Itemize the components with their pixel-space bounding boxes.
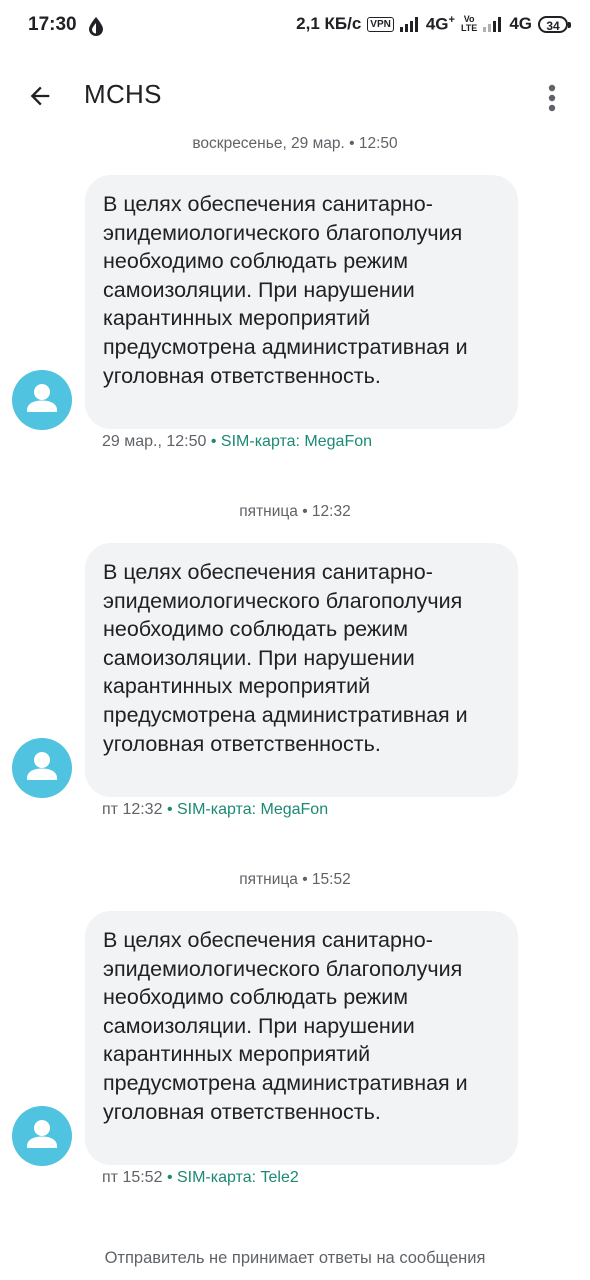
message-timestamp: 29 мар., 12:50 (102, 433, 207, 450)
reply-disabled-note: Отправитель не принимает ответы на сообщ… (104, 1249, 486, 1267)
sender-avatar[interactable] (12, 738, 72, 798)
message-meta: 29 мар., 12:50 • SIM-карта: MegaFon (102, 433, 372, 451)
date-separator: пятница • 12:32 (239, 503, 351, 520)
signal-icon-2 (483, 16, 503, 33)
message-bubble[interactable]: В целях обеспечения санитарно-эпидемиоло… (85, 911, 518, 1165)
message-meta: пт 12:32 • SIM-карта: MegaFon (102, 801, 328, 819)
status-indicators: 2,1 КБ/с VPN 4G+ Vo LTE 4G 34 (296, 14, 571, 35)
more-vertical-icon (548, 84, 556, 112)
status-time: 17:30 (28, 14, 77, 35)
network-type-2: 4G (509, 14, 532, 34)
arrow-back-icon (30, 86, 50, 106)
sender-avatar[interactable] (12, 370, 72, 430)
sim-label: • SIM-карта: Tele2 (166, 1169, 299, 1186)
date-separator: воскресенье, 29 мар. • 12:50 (192, 135, 398, 152)
back-button[interactable] (22, 78, 58, 114)
date-separator: пятница • 15:52 (239, 871, 351, 888)
signal-icon (399, 16, 420, 33)
battery-icon: 34 (538, 15, 571, 33)
message-meta: пт 15:52 • SIM-карта: Tele2 (102, 1169, 299, 1187)
app-bar: MCHS (0, 62, 590, 128)
network-type-1: 4G+ (425, 14, 455, 34)
person-icon (27, 1120, 57, 1148)
more-options-button[interactable] (532, 78, 572, 118)
person-icon (27, 752, 57, 780)
sender-avatar[interactable] (12, 1106, 72, 1166)
person-icon (27, 384, 57, 412)
status-bar: 17:30 2,1 КБ/с VPN 4G+ Vo LTE 4G 34 (0, 0, 590, 54)
sim-label: • SIM-карта: MegaFon (166, 801, 329, 818)
sim-label: • SIM-карта: MegaFon (210, 433, 373, 450)
message-bubble[interactable]: В целях обеспечения санитарно-эпидемиоло… (85, 175, 518, 429)
vpn-icon: VPN (367, 16, 394, 32)
network-speed: 2,1 КБ/с (296, 14, 362, 34)
volte-icon: Vo LTE (460, 14, 478, 34)
conversation-title: MCHS (84, 79, 162, 109)
message-timestamp: пт 15:52 (102, 1169, 163, 1186)
message-timestamp: пт 12:32 (102, 801, 163, 818)
drop-icon (89, 17, 103, 36)
message-bubble[interactable]: В целях обеспечения санитарно-эпидемиоло… (85, 543, 518, 797)
